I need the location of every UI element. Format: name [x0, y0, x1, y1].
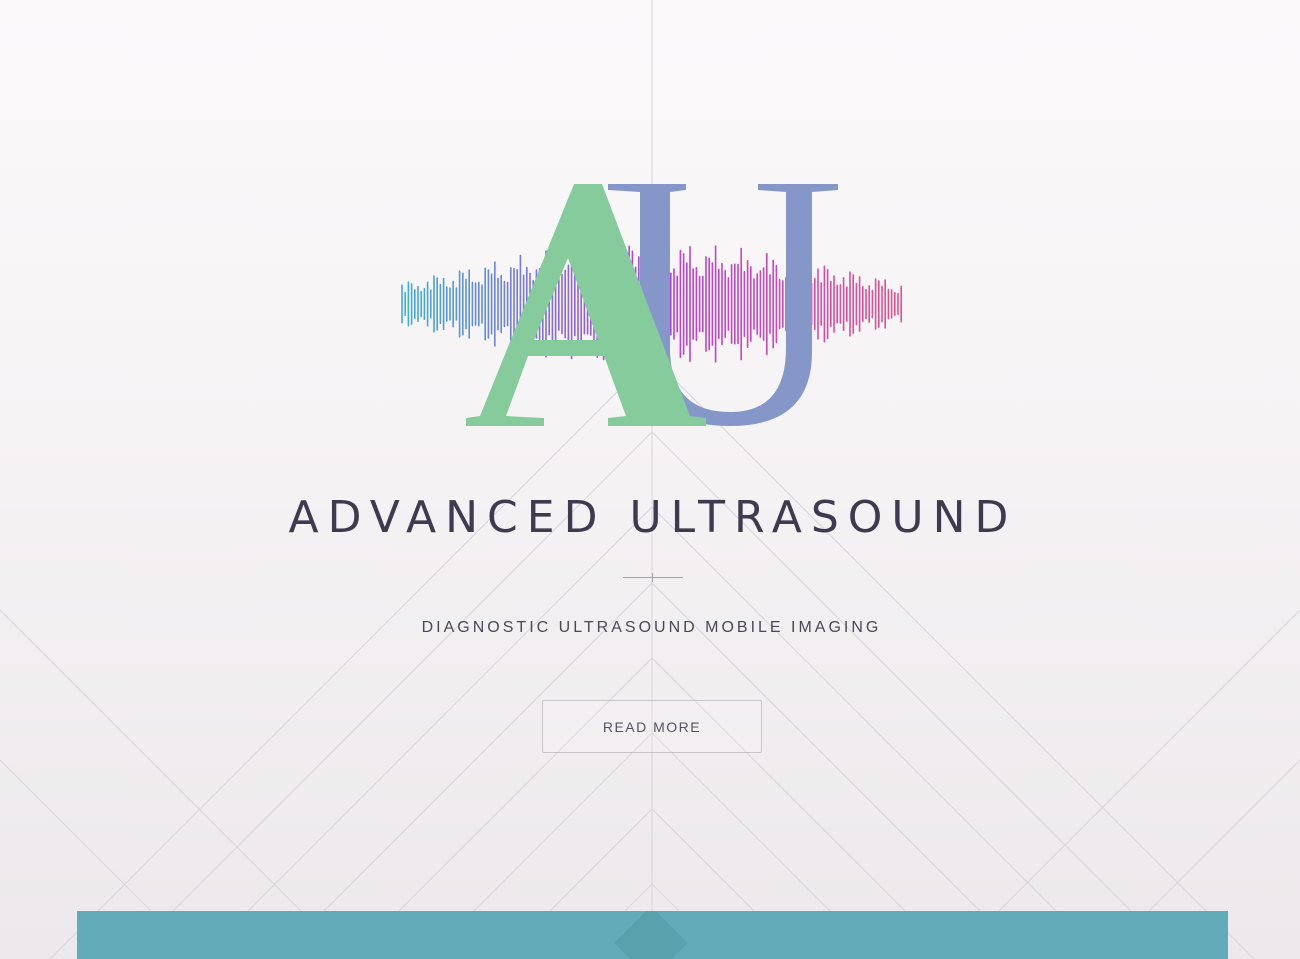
title-divider — [623, 577, 683, 578]
site-tagline: DIAGNOSTIC ULTRASOUND MOBILE IMAGING — [421, 619, 882, 636]
band-notch — [614, 911, 688, 959]
au-soundwave-logo — [401, 184, 903, 426]
title-divider-tick — [652, 573, 653, 582]
read-more-label: READ MORE — [602, 718, 702, 735]
content-section-band — [77, 911, 1228, 959]
read-more-button[interactable]: READ MORE — [542, 700, 762, 753]
background-pattern — [0, 0, 1300, 959]
site-title: ADVANCED ULTRASOUND — [288, 492, 1018, 543]
